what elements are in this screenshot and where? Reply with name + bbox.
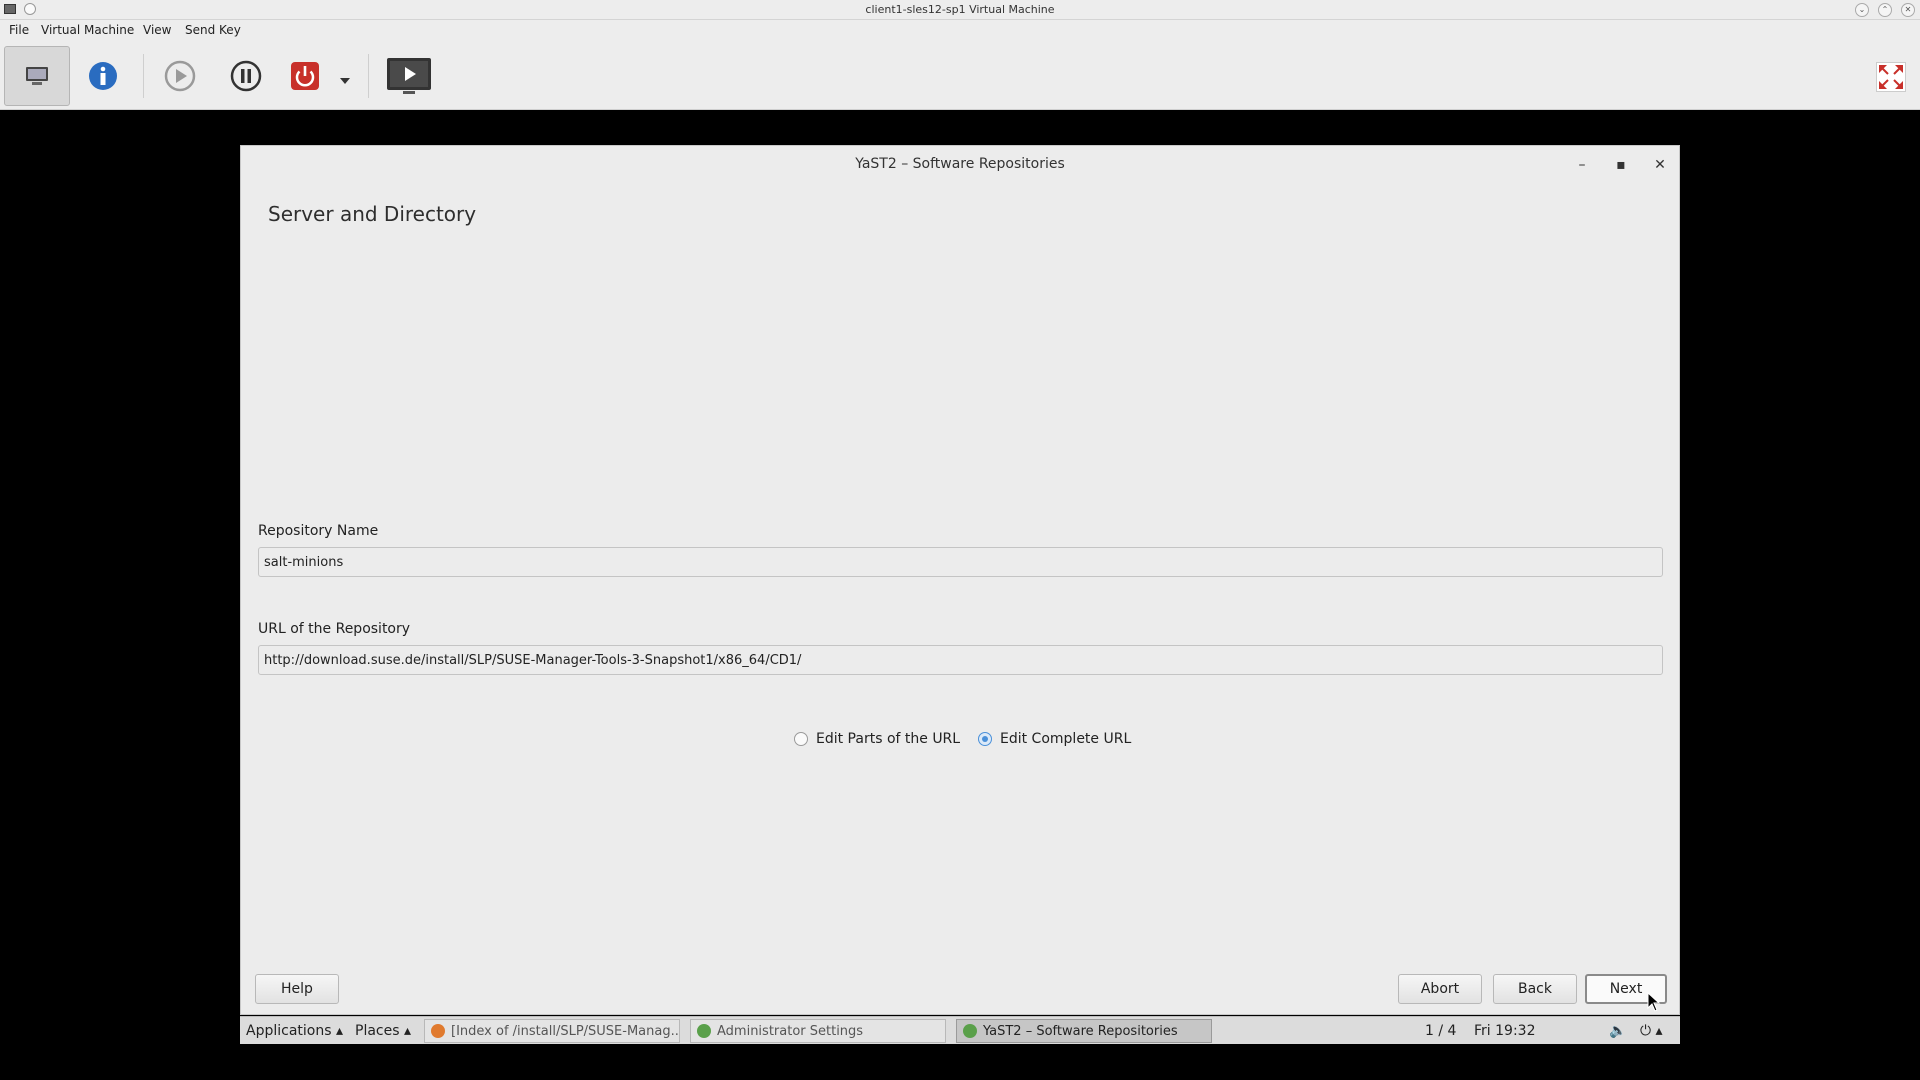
chevron-down-icon[interactable] (340, 70, 350, 89)
page-title: Server and Directory (268, 202, 477, 226)
repository-url-label: URL of the Repository (258, 621, 411, 637)
taskbar-item-browser[interactable]: [Index of /install/SLP/SUSE-Manag... (424, 1019, 680, 1043)
radio-edit-parts-label: Edit Parts of the URL (816, 731, 961, 747)
radio-edit-parts[interactable]: Edit Parts of the URL (794, 731, 960, 747)
pause-icon (230, 60, 262, 92)
repository-url-input[interactable] (258, 645, 1663, 675)
yast-chameleon-icon (963, 1024, 977, 1038)
info-icon (89, 62, 117, 90)
maximize-icon[interactable]: ⌃ (1878, 3, 1892, 17)
details-button[interactable] (70, 46, 136, 106)
host-window-title: client1-sles12-sp1 Virtual Machine (865, 3, 1055, 16)
minimize-icon[interactable]: ⌄ (1855, 3, 1869, 17)
run-button[interactable] (147, 46, 213, 106)
places-menu[interactable]: Places ▴ (355, 1023, 411, 1039)
applications-menu[interactable]: Applications ▴ (246, 1023, 343, 1039)
yast-window: YaST2 – Software Repositories – ▪ ✕ Serv… (240, 145, 1680, 1015)
menu-send-key[interactable]: Send Key (185, 23, 241, 37)
help-button[interactable]: Help (255, 974, 339, 1004)
minimize-icon[interactable]: – (1572, 155, 1592, 175)
clock[interactable]: Fri 19:32 (1474, 1023, 1535, 1039)
radio-edit-complete[interactable]: Edit Complete URL (978, 731, 1131, 747)
workspace-switcher[interactable]: 1 / 4 (1425, 1023, 1456, 1039)
close-icon[interactable]: ✕ (1901, 3, 1915, 17)
host-toolbar (0, 40, 1920, 110)
taskbar-item-label: Administrator Settings (717, 1023, 864, 1039)
repository-name-input[interactable] (258, 547, 1663, 577)
menu-file[interactable]: File (9, 23, 29, 37)
taskbar-item-yast-repositories[interactable]: YaST2 – Software Repositories (956, 1019, 1212, 1043)
guest-taskbar: Applications ▴ Places ▴ [Index of /insta… (240, 1016, 1680, 1044)
toolbar-separator (143, 54, 144, 98)
play-icon (164, 60, 196, 92)
radio-edit-complete-label: Edit Complete URL (1000, 731, 1132, 747)
radio-button-checked[interactable] (978, 732, 992, 746)
pause-button[interactable] (213, 46, 279, 106)
display-icon (387, 58, 431, 94)
repository-name-label: Repository Name (258, 523, 379, 539)
taskbar-item-label: YaST2 – Software Repositories (983, 1023, 1178, 1039)
maximize-icon[interactable]: ▪ (1611, 155, 1631, 175)
yast-chameleon-icon (697, 1024, 711, 1038)
menu-virtual-machine[interactable]: Virtual Machine (41, 23, 134, 37)
host-titlebar: client1-sles12-sp1 Virtual Machine ⌄ ⌃ ✕ (0, 0, 1920, 20)
power-menu-icon[interactable]: ⏻ ▴ (1640, 1023, 1663, 1039)
monitor-icon (26, 67, 48, 85)
power-icon (291, 62, 319, 90)
taskbar-item-admin-settings[interactable]: Administrator Settings (690, 1019, 946, 1043)
close-icon[interactable]: ✕ (1650, 155, 1670, 175)
screenshot-button[interactable] (376, 46, 442, 106)
yast-titlebar: YaST2 – Software Repositories – ▪ ✕ (241, 146, 1679, 184)
fullscreen-icon (1876, 62, 1906, 92)
console-button[interactable] (4, 46, 70, 106)
volume-icon[interactable]: 🔈 (1609, 1023, 1626, 1039)
abort-button[interactable]: Abort (1398, 974, 1482, 1004)
taskbar-item-label: [Index of /install/SLP/SUSE-Manag... (451, 1023, 680, 1039)
radio-button-unchecked[interactable] (794, 732, 808, 746)
back-button[interactable]: Back (1493, 974, 1577, 1004)
fullscreen-button[interactable] (1876, 62, 1906, 96)
host-menubar: File Virtual Machine View Send Key (0, 20, 1920, 40)
yast-window-title: YaST2 – Software Repositories (855, 156, 1065, 172)
shutdown-button[interactable] (272, 46, 338, 106)
menu-view[interactable]: View (143, 23, 171, 37)
firefox-icon (431, 1024, 445, 1038)
toolbar-separator (368, 54, 369, 98)
